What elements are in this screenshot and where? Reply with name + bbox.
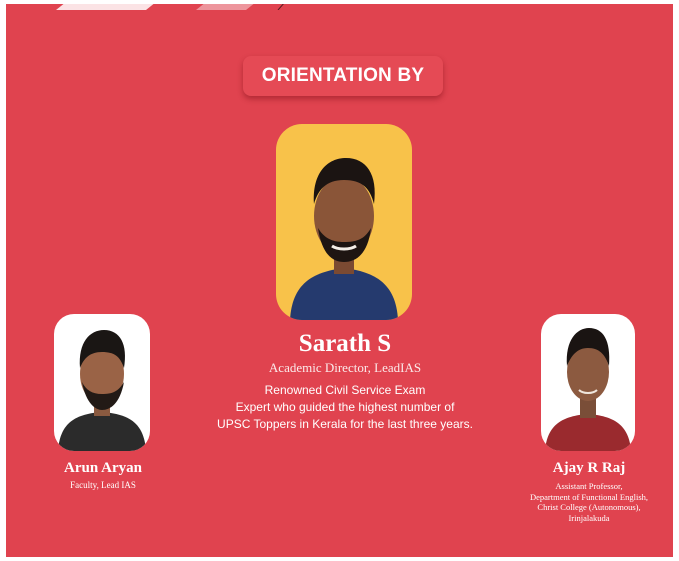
title-line: Christ College (Autonomous), [537,502,641,512]
main-speaker-description: Renowned Civil Service Exam Expert who g… [186,382,504,433]
left-speaker-photo [54,314,150,451]
right-speaker-title: Assistant Professor, Department of Funct… [510,481,668,523]
left-speaker-name: Arun Aryan [64,460,142,476]
description-line: Renowned Civil Service Exam [264,383,426,397]
poster: ORIENTATION BY Sarath S Academic Directo… [6,4,673,557]
description-line: UPSC Toppers in Kerala for the last thre… [217,417,473,431]
section-heading: ORIENTATION BY [243,56,443,96]
main-speaker-name: Sarath S [298,330,392,357]
right-speaker-name: Ajay R Raj [552,460,626,476]
title-line: Irinjalakuda [568,512,610,523]
top-decoration [56,4,284,10]
title-line: Assistant Professor, [555,481,623,491]
title-line: Department of Functional English, [529,491,649,502]
person-portrait-icon [290,158,398,320]
right-speaker-photo [541,314,635,451]
main-speaker-title: Academic Director, LeadIAS [268,360,422,375]
person-portrait-icon [58,330,146,451]
person-portrait-icon [545,328,631,451]
description-line: Expert who guided the highest number of [235,400,455,414]
left-speaker-title: Faculty, Lead IAS [70,480,136,490]
main-speaker-photo [276,124,412,320]
